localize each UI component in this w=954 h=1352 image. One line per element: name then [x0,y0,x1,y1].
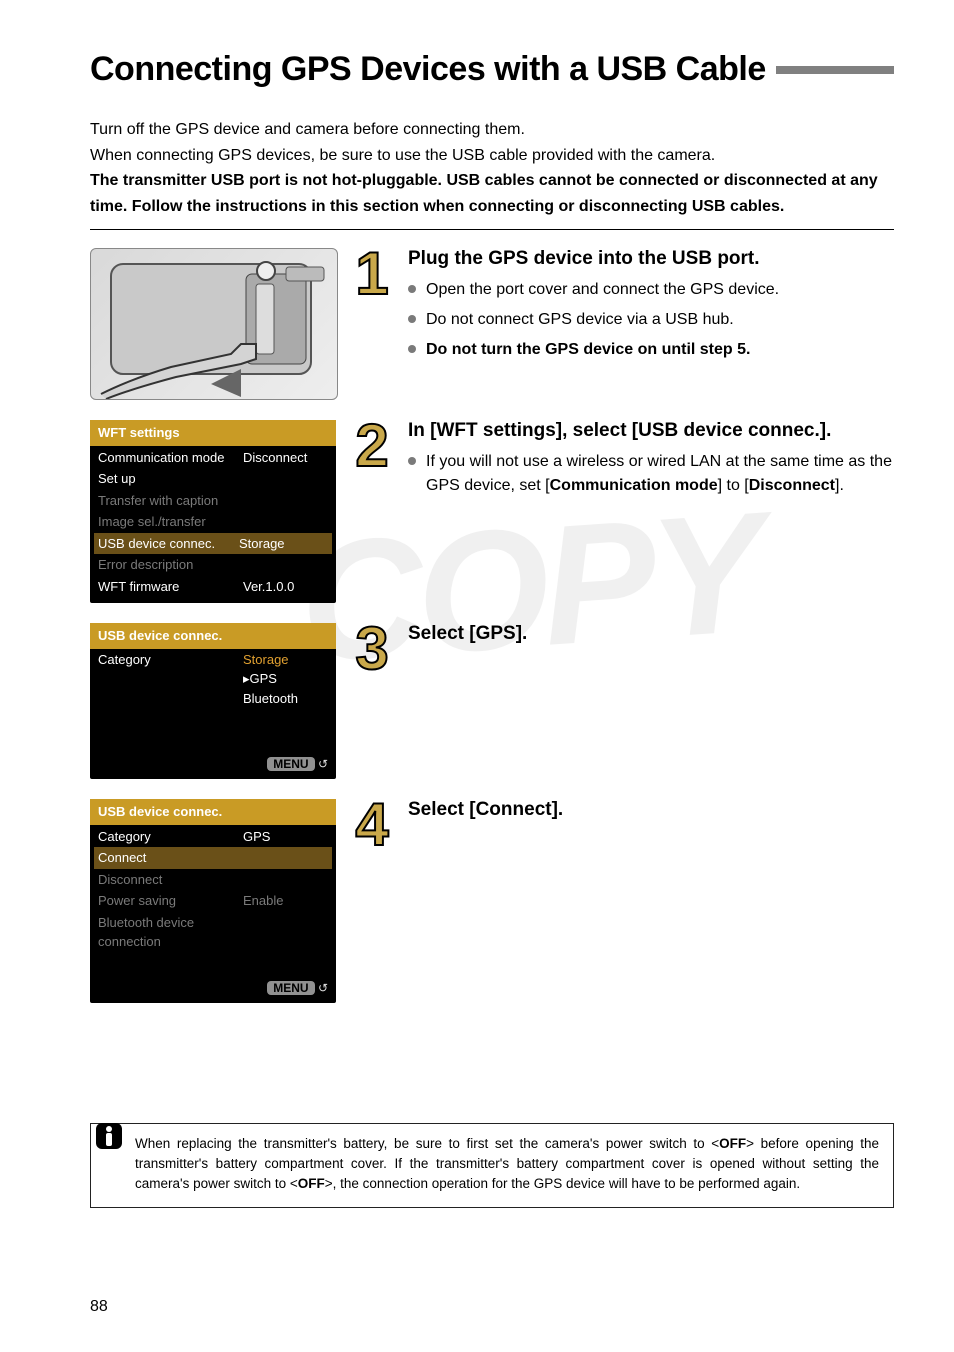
intro-paragraph: Turn off the GPS device and camera befor… [90,117,894,219]
note-text-1: When replacing the transmitter's battery… [135,1136,719,1151]
wft-settings-menu-screenshot: WFT settings Communication modeDisconnec… [90,420,336,603]
note-off-1: OFF [719,1136,746,1151]
osd3-row: Power savingEnable [98,890,328,912]
osd2-category-label: Category [98,650,243,709]
note-off-2: OFF [298,1176,325,1191]
step-1-title: Plug the GPS device into the USB port. [408,248,894,270]
intro-line-3: The transmitter USB port is not hot-plug… [90,172,878,215]
osd2-option: Bluetooth [243,689,298,709]
osd1-row: WFT firmwareVer.1.0.0 [98,576,328,598]
osd2-option: Storage [243,650,298,670]
note-text-3: >, the connection operation for the GPS … [325,1176,800,1191]
osd2-option: ▸GPS [243,669,298,689]
step-4-number: 4 [350,799,394,850]
title-rule [776,66,894,74]
osd2-header: USB device connec. [90,623,336,649]
step-4-title: Select [Connect]. [408,799,894,821]
osd3-row: Connect [94,847,332,869]
osd3-menu-return: MENU ↺ [90,975,336,999]
osd3-header: USB device connec. [90,799,336,825]
osd3-row: Disconnect [98,869,328,891]
usb-device-connect-menu-screenshot: USB device connec. CategoryGPSConnectDis… [90,799,336,1003]
step-1: 1 Plug the GPS device into the USB port.… [90,248,894,400]
osd3-row: Bluetooth device connection [98,912,328,953]
osd1-row: Error description [98,554,328,576]
usb-device-category-menu-screenshot: USB device connec. Category Storage▸GPSB… [90,623,336,779]
step-1-bullet-1: Open the port cover and connect the GPS … [408,278,894,302]
step-3-title: Select [GPS]. [408,623,894,645]
osd1-row: Transfer with caption [98,490,328,512]
osd1-row: USB device connec.Storage [94,533,332,555]
step-1-bullet-2: Do not connect GPS device via a USB hub. [408,308,894,332]
osd1-row: Set up [98,468,328,490]
intro-divider [90,229,894,230]
step-1-number: 1 [350,248,394,299]
osd1-row: Communication modeDisconnect [98,447,328,469]
intro-line-2: When connecting GPS devices, be sure to … [90,147,715,164]
intro-line-1: Turn off the GPS device and camera befor… [90,121,525,138]
camera-svg [91,249,337,399]
osd1-row: Image sel./transfer [98,511,328,533]
caution-note: When replacing the transmitter's battery… [90,1123,894,1208]
step-2-number: 2 [350,420,394,471]
caution-icon [95,1122,123,1150]
step-3-number: 3 [350,623,394,674]
page-title: Connecting GPS Devices with a USB Cable [90,50,766,89]
step-2-bullet-1: If you will not use a wireless or wired … [408,450,894,498]
step-2-title: In [WFT settings], select [USB device co… [408,420,894,442]
step-4: USB device connec. CategoryGPSConnectDis… [90,799,894,1003]
osd2-menu-return: MENU ↺ [90,751,336,775]
step-3: USB device connec. Category Storage▸GPSB… [90,623,894,779]
camera-usb-illustration [90,248,338,400]
osd1-header: WFT settings [90,420,336,446]
step-1-bullet-3: Do not turn the GPS device on until step… [408,338,894,362]
step-2: WFT settings Communication modeDisconnec… [90,420,894,603]
page-number: 88 [90,1298,108,1316]
osd3-row: CategoryGPS [98,826,328,848]
